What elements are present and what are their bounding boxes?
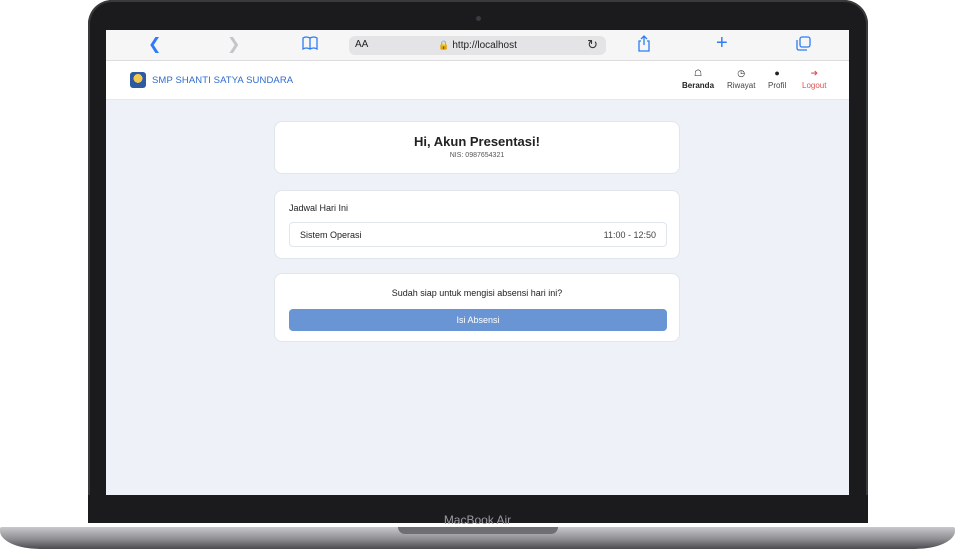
new-tab-icon[interactable]: +	[716, 33, 728, 53]
address-bar[interactable]: AA 🔒 http://localhost ↻	[349, 36, 606, 55]
nav-item-logout[interactable]: ➜ Logout	[802, 68, 826, 90]
reload-icon[interactable]: ↻	[587, 37, 598, 53]
camera-dot	[476, 16, 481, 21]
bookmarks-icon[interactable]	[302, 36, 318, 55]
browser-toolbar: ❮ ❯ AA 🔒 http://localhost ↻ +	[106, 30, 849, 61]
logout-icon: ➜	[810, 68, 818, 78]
nav-item-label: Logout	[802, 81, 827, 90]
schedule-title: Jadwal Hari Ini	[289, 203, 349, 213]
nav-item-riwayat[interactable]: ◷ Riwayat	[727, 68, 755, 90]
lock-icon: 🔒	[438, 40, 450, 50]
screen: ❮ ❯ AA 🔒 http://localhost ↻ + SMP SHANTI …	[106, 30, 849, 495]
nav-item-label: Beranda	[682, 81, 715, 90]
user-icon: ●	[774, 68, 780, 78]
nav-item-profil[interactable]: ● Profil	[768, 68, 786, 90]
greeting-card: Hi, Akun Presentasi! NIS: 0987654321	[274, 121, 680, 174]
attendance-card: Sudah siap untuk mengisi absensi hari in…	[274, 273, 680, 342]
nav-item-beranda[interactable]: ☖ Beranda	[682, 68, 714, 90]
brand[interactable]: SMP SHANTI SATYA SUNDARA	[130, 72, 293, 88]
laptop-notch	[398, 527, 558, 534]
schedule-card: Jadwal Hari Ini Sistem Operasi 11:00 - 1…	[274, 190, 680, 259]
laptop-model-label: MacBook Air	[443, 513, 512, 527]
attendance-question: Sudah siap untuk mengisi absensi hari in…	[391, 288, 563, 298]
app-navbar: SMP SHANTI SATYA SUNDARA ☖ Beranda ◷ Riw…	[106, 61, 849, 100]
schedule-row: Sistem Operasi 11:00 - 12:50	[289, 222, 667, 247]
schedule-time: 11:00 - 12:50	[603, 230, 656, 240]
fill-attendance-button[interactable]: Isi Absensi	[289, 309, 667, 331]
forward-icon[interactable]: ❯	[227, 36, 240, 54]
url-text: http://localhost	[452, 40, 517, 51]
greeting-title: Hi, Akun Presentasi!	[414, 134, 540, 149]
home-icon: ☖	[693, 68, 703, 78]
student-nis: NIS: 0987654321	[449, 152, 505, 159]
nav-item-label: Riwayat	[727, 81, 756, 90]
clock-icon: ◷	[737, 68, 746, 78]
schedule-subject: Sistem Operasi	[300, 230, 362, 240]
tabs-icon[interactable]	[796, 36, 811, 56]
back-icon[interactable]: ❮	[148, 36, 161, 54]
url-display[interactable]: 🔒 http://localhost	[349, 40, 606, 51]
school-logo-icon	[130, 72, 146, 88]
share-icon[interactable]	[637, 35, 651, 57]
brand-name: SMP SHANTI SATYA SUNDARA	[152, 74, 294, 86]
nav-item-label: Profil	[768, 81, 787, 90]
